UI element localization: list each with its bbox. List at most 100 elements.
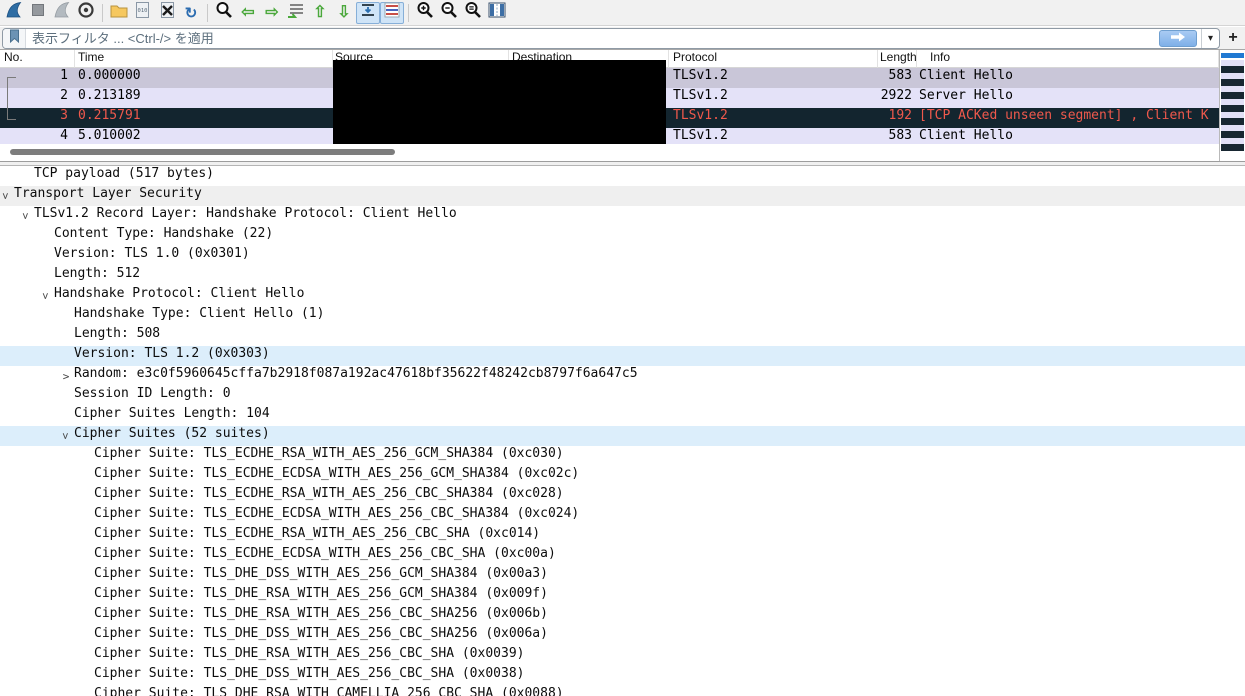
packet-detail-pane: TCP payload (517 bytes)>Transport Layer … — [0, 165, 1245, 696]
go-to-top-button[interactable]: ⇧ — [308, 2, 332, 24]
horizontal-scrollbar[interactable] — [0, 146, 1219, 160]
detail-text: Cipher Suite: TLS_DHE_RSA_WITH_AES_256_C… — [94, 606, 548, 621]
column-header-time[interactable]: Time — [75, 50, 333, 68]
capture-options-button[interactable] — [74, 2, 98, 24]
open-file-button[interactable] — [107, 2, 131, 24]
find-packet-button[interactable] — [212, 2, 236, 24]
detail-line-4[interactable]: Version: TLS 1.0 (0x0301) — [0, 246, 1245, 266]
zoom-original-button[interactable] — [461, 2, 485, 24]
detail-line-9[interactable]: Version: TLS 1.2 (0x0303) — [0, 346, 1245, 366]
detail-text: Cipher Suites (52 suites) — [74, 426, 270, 441]
save-file-button[interactable]: 010 — [131, 2, 155, 24]
detail-line-14[interactable]: Cipher Suite: TLS_ECDHE_RSA_WITH_AES_256… — [0, 446, 1245, 466]
collapse-arrow-icon[interactable]: > — [0, 190, 16, 202]
column-header-protocol[interactable]: Protocol — [669, 50, 878, 68]
toolbar-separator — [408, 4, 409, 22]
detail-line-12[interactable]: Cipher Suites Length: 104 — [0, 406, 1245, 426]
detail-line-15[interactable]: Cipher Suite: TLS_ECDHE_ECDSA_WITH_AES_2… — [0, 466, 1245, 486]
zoom-out-button[interactable] — [437, 2, 461, 24]
detail-line-16[interactable]: Cipher Suite: TLS_ECDHE_RSA_WITH_AES_256… — [0, 486, 1245, 506]
detail-line-24[interactable]: Cipher Suite: TLS_DHE_RSA_WITH_AES_256_C… — [0, 646, 1245, 666]
minimap-stripe — [1221, 79, 1244, 86]
expand-arrow-icon[interactable]: > — [60, 366, 72, 386]
go-forward-button[interactable]: ⇨ — [260, 2, 284, 24]
detail-line-7[interactable]: Handshake Type: Client Hello (1) — [0, 306, 1245, 326]
detail-line-23[interactable]: Cipher Suite: TLS_DHE_DSS_WITH_AES_256_C… — [0, 626, 1245, 646]
resize-columns-button[interactable] — [485, 2, 509, 24]
conversation-bracket — [7, 77, 16, 120]
detail-text: Cipher Suite: TLS_DHE_RSA_WITH_AES_256_G… — [94, 586, 548, 601]
detail-line-10[interactable]: >Random: e3c0f5960645cffa7b2918f087a192a… — [0, 366, 1245, 386]
folder-icon — [110, 3, 128, 23]
cell-info: Client Hello — [917, 128, 1219, 144]
detail-line-0[interactable]: TCP payload (517 bytes) — [0, 166, 1245, 186]
reload-file-button[interactable]: ↻ — [179, 2, 203, 24]
shark-fin-icon — [4, 0, 24, 25]
column-header-info[interactable]: Info — [917, 50, 1219, 68]
detail-line-6[interactable]: >Handshake Protocol: Client Hello — [0, 286, 1245, 306]
filter-history-dropdown[interactable]: ▾ — [1201, 29, 1219, 48]
detail-line-20[interactable]: Cipher Suite: TLS_DHE_DSS_WITH_AES_256_G… — [0, 566, 1245, 586]
auto-scroll-toggle[interactable] — [356, 2, 380, 24]
cell-time: 0.215791 — [75, 108, 333, 128]
detail-line-8[interactable]: Length: 508 — [0, 326, 1245, 346]
auto-scroll-icon — [360, 2, 376, 23]
filter-bookmark-button[interactable] — [3, 29, 26, 48]
colorize-toggle[interactable] — [380, 2, 404, 24]
packet-map-scrollbar[interactable] — [1219, 50, 1245, 162]
minimap-position-bar — [1221, 53, 1244, 58]
detail-line-18[interactable]: Cipher Suite: TLS_ECDHE_RSA_WITH_AES_256… — [0, 526, 1245, 546]
detail-line-2[interactable]: >TLSv1.2 Record Layer: Handshake Protoco… — [0, 206, 1245, 226]
detail-line-26[interactable]: Cipher Suite: TLS_DHE_RSA_WITH_CAMELLIA_… — [0, 686, 1245, 696]
detail-line-5[interactable]: Length: 512 — [0, 266, 1245, 286]
apply-filter-button[interactable] — [1159, 30, 1197, 47]
collapse-arrow-icon[interactable]: > — [16, 210, 36, 222]
stop-capture-button[interactable] — [26, 2, 50, 24]
display-filter-input[interactable] — [26, 29, 1159, 48]
bookmark-icon — [9, 29, 20, 48]
detail-text: Length: 512 — [54, 266, 140, 281]
display-filter-bar: ▾ + — [0, 27, 1245, 50]
detail-line-3[interactable]: Content Type: Handshake (22) — [0, 226, 1245, 246]
collapse-arrow-icon[interactable]: > — [36, 290, 56, 302]
detail-text: Cipher Suites Length: 104 — [74, 406, 270, 421]
detail-line-25[interactable]: Cipher Suite: TLS_DHE_DSS_WITH_AES_256_C… — [0, 666, 1245, 686]
column-header-length[interactable]: Length — [878, 50, 917, 68]
detail-text: Cipher Suite: TLS_ECDHE_ECDSA_WITH_AES_2… — [94, 546, 556, 561]
save-file-icon: 010 — [135, 1, 151, 24]
collapse-arrow-icon[interactable]: > — [56, 430, 76, 442]
detail-text: Handshake Type: Client Hello (1) — [74, 306, 324, 321]
detail-line-17[interactable]: Cipher Suite: TLS_ECDHE_ECDSA_WITH_AES_2… — [0, 506, 1245, 526]
detail-text: Version: TLS 1.0 (0x0301) — [54, 246, 250, 261]
wireshark-window: 010 ↻ ⇦ ⇨ ⇧ ⇩ — [0, 0, 1245, 696]
detail-line-19[interactable]: Cipher Suite: TLS_ECDHE_ECDSA_WITH_AES_2… — [0, 546, 1245, 566]
zoom-in-button[interactable] — [413, 2, 437, 24]
gear-target-icon — [77, 1, 95, 24]
go-to-packet-button[interactable] — [284, 2, 308, 24]
detail-text: Cipher Suite: TLS_DHE_RSA_WITH_AES_256_C… — [94, 646, 524, 661]
go-back-button[interactable]: ⇦ — [236, 2, 260, 24]
detail-text: Cipher Suite: TLS_ECDHE_RSA_WITH_AES_256… — [94, 486, 564, 501]
cell-length: 583 — [878, 68, 917, 88]
resize-columns-icon — [488, 2, 506, 23]
go-to-bottom-button[interactable]: ⇩ — [332, 2, 356, 24]
detail-text: TLSv1.2 Record Layer: Handshake Protocol… — [34, 206, 457, 221]
detail-text: Cipher Suite: TLS_ECDHE_ECDSA_WITH_AES_2… — [94, 506, 579, 521]
bottom-arrow-icon: ⇩ — [337, 5, 350, 21]
add-filter-button[interactable]: + — [1223, 29, 1243, 48]
main-toolbar: 010 ↻ ⇦ ⇨ ⇧ ⇩ — [0, 0, 1245, 26]
start-capture-button[interactable] — [2, 2, 26, 24]
cell-time: 0.000000 — [75, 68, 333, 88]
detail-text: Cipher Suite: TLS_ECDHE_RSA_WITH_AES_256… — [94, 446, 564, 461]
restart-capture-button[interactable] — [50, 2, 74, 24]
minimap-stripe — [1221, 92, 1244, 99]
detail-line-21[interactable]: Cipher Suite: TLS_DHE_RSA_WITH_AES_256_G… — [0, 586, 1245, 606]
column-header-no[interactable]: No. — [0, 50, 75, 68]
horizontal-scrollbar-thumb[interactable] — [10, 149, 395, 155]
close-file-button[interactable] — [155, 2, 179, 24]
detail-line-13[interactable]: >Cipher Suites (52 suites) — [0, 426, 1245, 446]
detail-line-11[interactable]: Session ID Length: 0 — [0, 386, 1245, 406]
detail-line-1[interactable]: >Transport Layer Security — [0, 186, 1245, 206]
minimap-stripe — [1221, 118, 1244, 125]
detail-line-22[interactable]: Cipher Suite: TLS_DHE_RSA_WITH_AES_256_C… — [0, 606, 1245, 626]
